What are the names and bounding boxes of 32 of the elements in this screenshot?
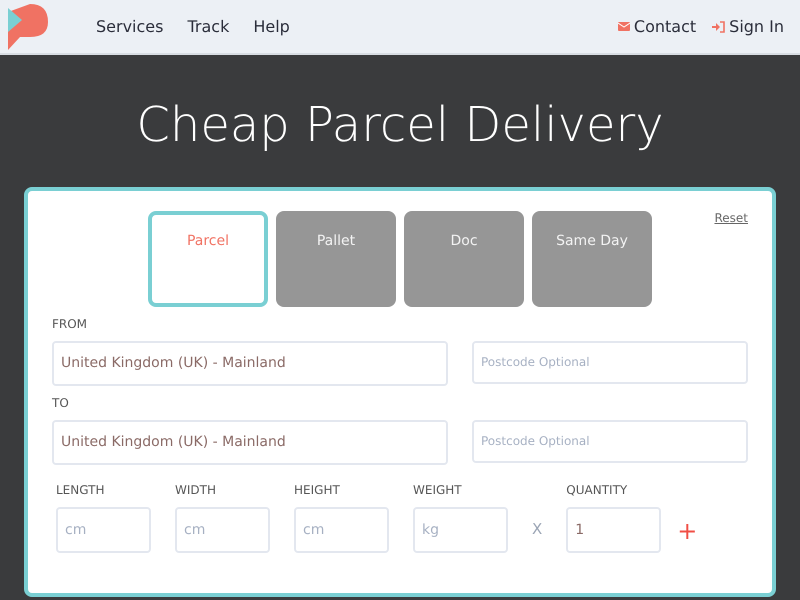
field-label: TO — [52, 394, 70, 412]
postcode-field[interactable]: Postcode Optional — [472, 340, 748, 384]
nav-link-item[interactable]: Services — [96, 14, 164, 38]
field-label: WIDTH — [175, 482, 217, 499]
field-label: QUANTITY — [566, 482, 628, 499]
service-type-tab[interactable]: Same Day — [532, 210, 652, 307]
multiply-sign: X — [532, 519, 542, 540]
nav-link-item[interactable]: Sign In — [712, 14, 784, 38]
reset-link[interactable]: Reset — [714, 208, 748, 227]
dimension-field[interactable]: kg — [413, 506, 508, 553]
quantity-field[interactable]: 1 — [566, 506, 662, 553]
page-title: Cheap Parcel Delivery — [135, 97, 665, 155]
mail-icon — [618, 22, 630, 31]
logo-icon[interactable] — [8, 4, 48, 50]
field-label: LENGTH — [56, 482, 106, 499]
sign-in-icon — [712, 20, 726, 32]
dimension-field[interactable]: cm — [56, 506, 151, 553]
service-type-tab[interactable]: Doc — [404, 210, 524, 307]
nav-link-item[interactable]: Help — [253, 14, 290, 38]
postcode-field[interactable]: Postcode Optional — [472, 420, 748, 463]
country-select[interactable]: United Kingdom (UK) - Mainland — [52, 340, 448, 386]
country-select[interactable]: United Kingdom (UK) - Mainland — [52, 420, 448, 465]
service-type-tab[interactable]: Pallet — [276, 210, 396, 307]
dimension-field[interactable]: cm — [175, 506, 270, 553]
add-button[interactable]: + — [677, 518, 698, 543]
field-label: HEIGHT — [294, 482, 341, 499]
field-label: FROM — [52, 316, 88, 333]
dimension-field[interactable]: cm — [294, 506, 389, 553]
nav-link-item[interactable]: Track — [187, 14, 230, 38]
service-type-tab[interactable]: Parcel — [148, 210, 268, 307]
field-label: WEIGHT — [413, 482, 463, 499]
nav-link-item[interactable]: Contact — [618, 14, 696, 38]
